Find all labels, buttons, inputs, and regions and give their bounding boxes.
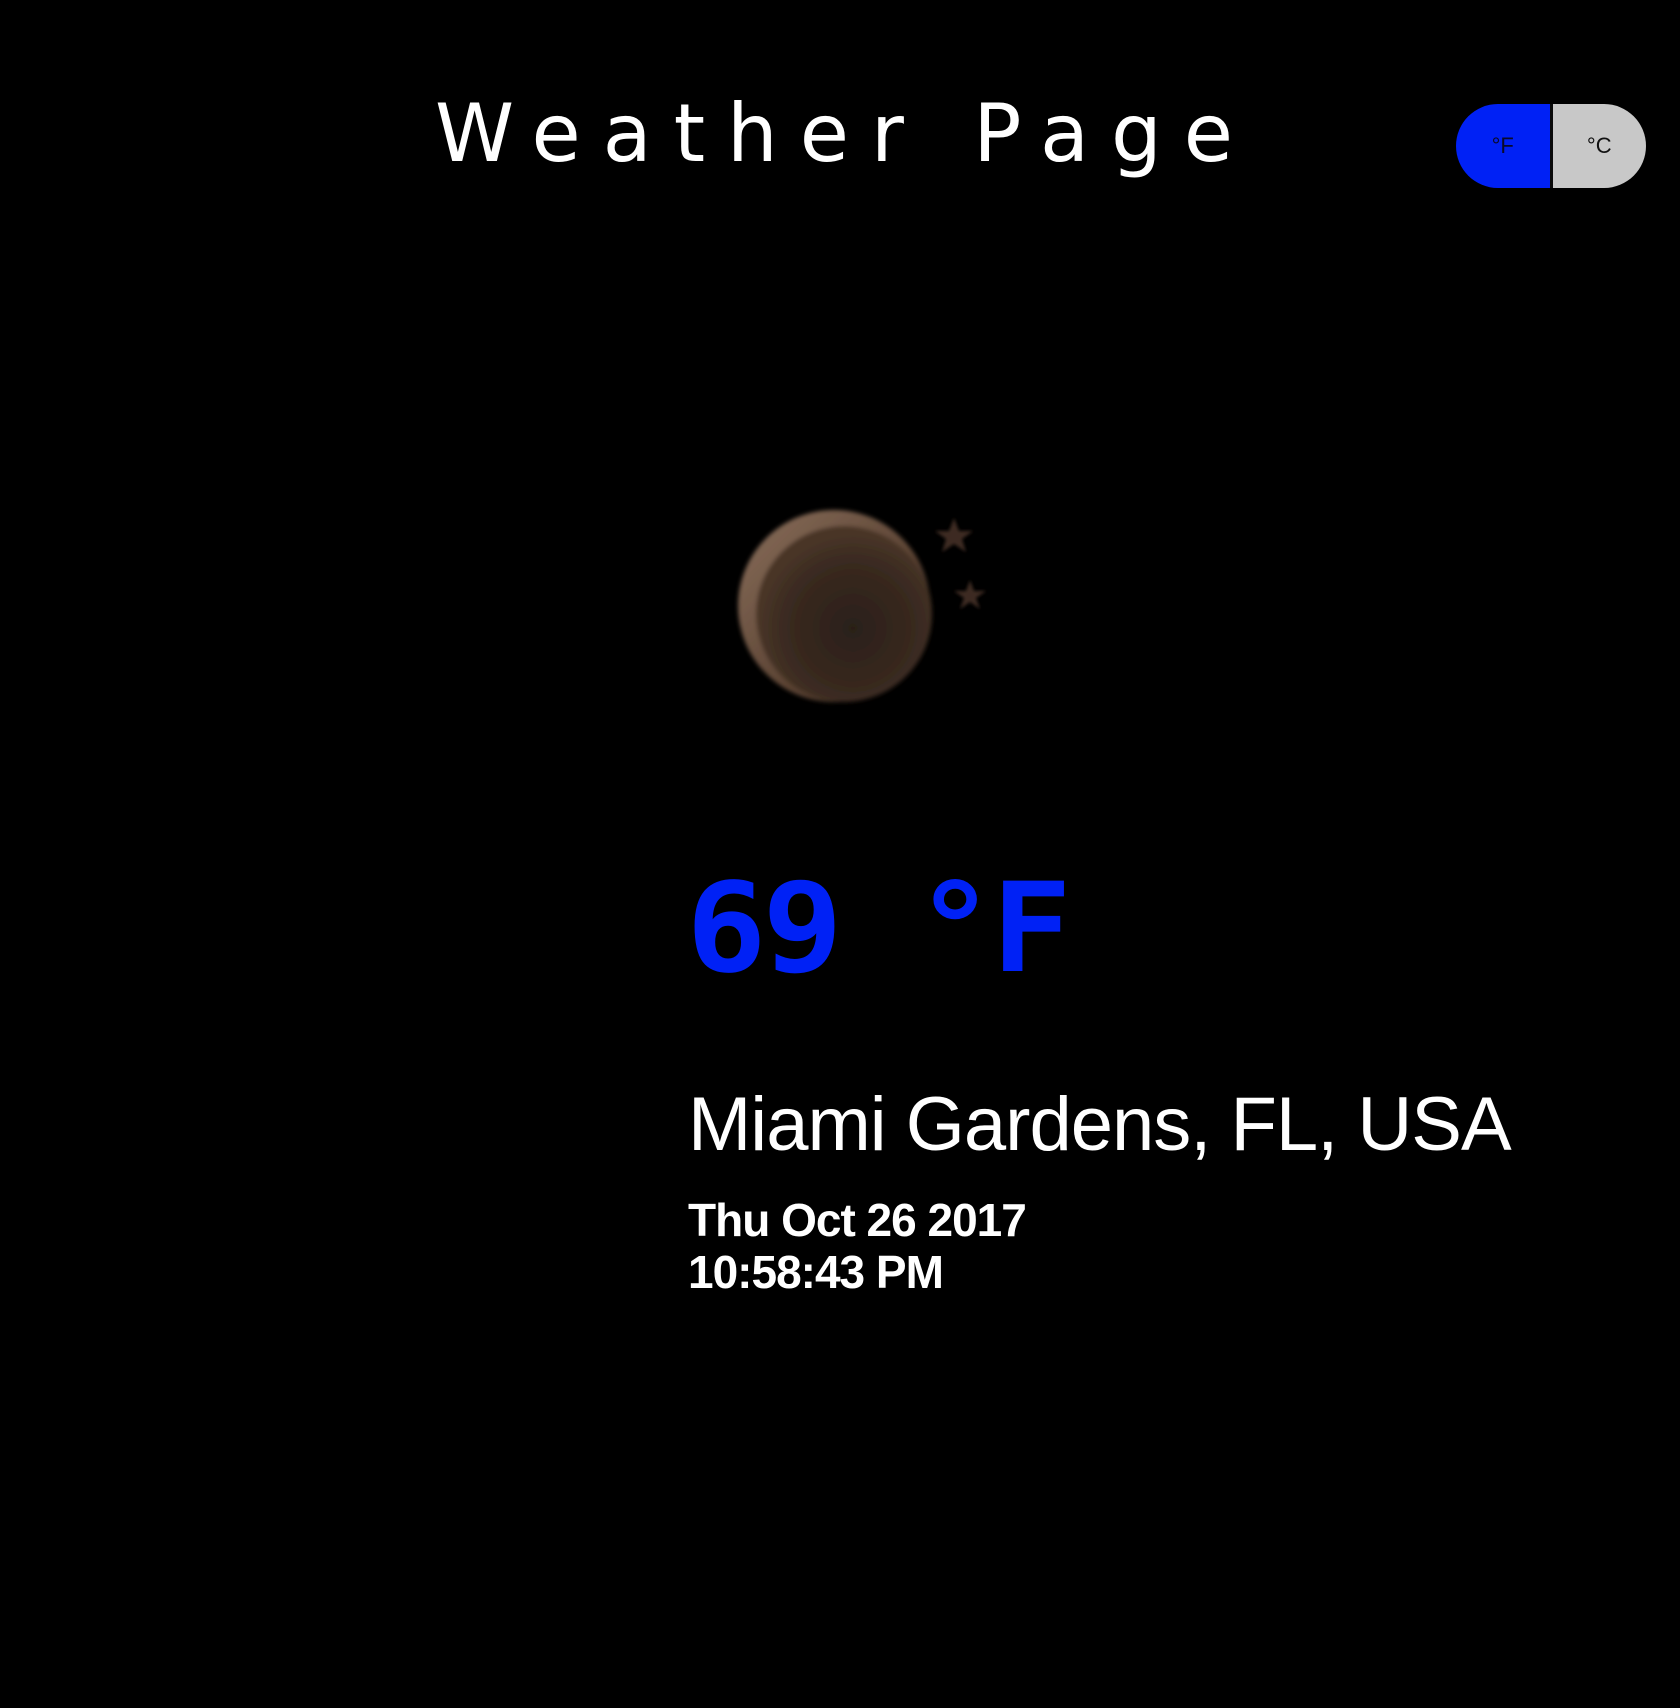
unit-toggle[interactable]: °F °C <box>1456 104 1646 188</box>
night-moon-stars-icon <box>722 490 1002 720</box>
moon-shape <box>738 510 932 702</box>
celsius-option[interactable]: °C <box>1549 104 1646 188</box>
date-text: Thu Oct 26 2017 <box>688 1194 1027 1246</box>
page-title: Weather Page <box>435 87 1255 180</box>
fahrenheit-option[interactable]: °F <box>1456 104 1550 188</box>
star-shape <box>935 518 986 609</box>
date-time: Thu Oct 26 2017 10:58:43 PM <box>688 1194 1027 1298</box>
time-text: 10:58:43 PM <box>688 1246 944 1298</box>
temperature-value: 69 °F <box>686 857 1072 1001</box>
location-name: Miami Gardens, FL, USA <box>688 1082 1512 1167</box>
